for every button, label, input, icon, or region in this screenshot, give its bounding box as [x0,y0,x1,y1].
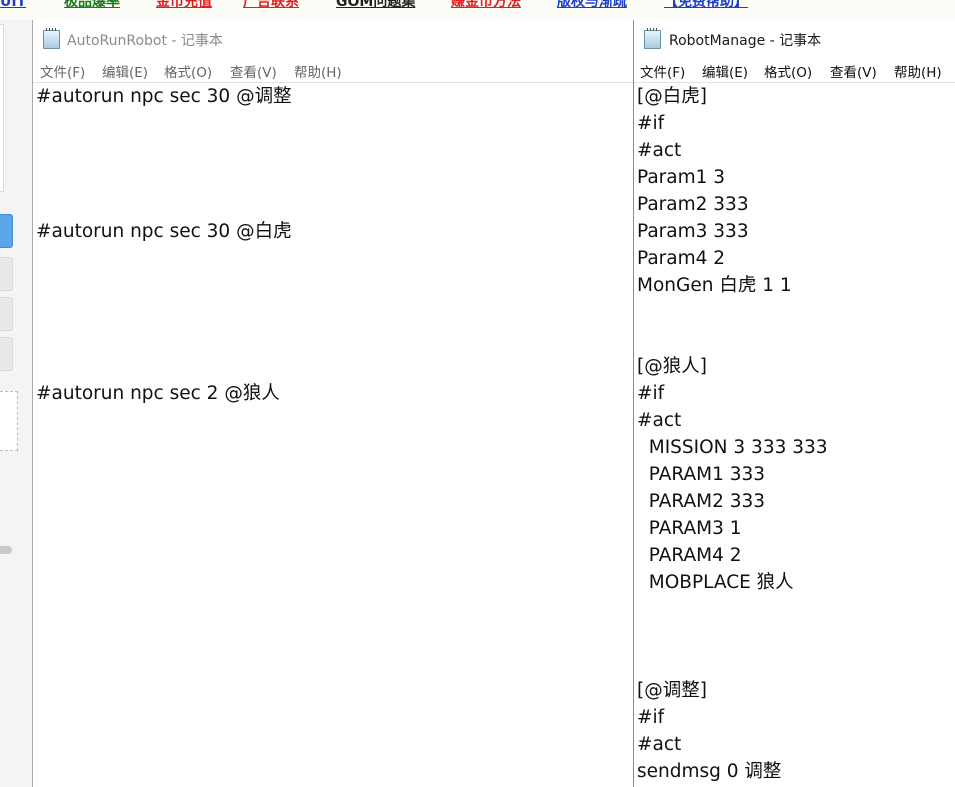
menu-file[interactable]: 文件(F) [40,61,85,81]
notepad-window-autorunrobot[interactable]: AutoRunRobot - 记事本 文件(F) 编辑(E) 格式(O) 查看(… [32,20,633,787]
browser-link-strip: 英UIT 极品爆率 金币充值 广告联系 GOM问题集 赚金币方法 版权与渐疏 【… [0,0,955,20]
window-title: RobotManage - 记事本 [669,33,822,49]
text-line[interactable]: Param1 3 [637,164,725,191]
text-line[interactable]: [@狼人] [637,353,707,380]
text-line[interactable]: MISSION 3 333 333 [637,434,828,461]
text-line[interactable]: #autorun npc sec 30 @白虎 [36,218,292,245]
menu-help[interactable]: 帮助(H) [294,61,342,81]
text-line[interactable]: PARAM2 333 [637,488,765,515]
text-editor-area[interactable]: [@白虎] #if #act Param1 3 Param2 333 Param3 333… [634,83,955,787]
text-line[interactable]: PARAM4 2 [637,542,742,569]
text-line[interactable]: #if [637,380,664,407]
menu-view[interactable]: 查看(V) [230,61,277,81]
top-link-2[interactable]: 极品爆率 [64,0,120,11]
text-line[interactable]: PARAM1 333 [637,461,765,488]
top-link-4[interactable]: 广告联系 [243,0,299,11]
menu-format[interactable]: 格式(O) [164,61,212,81]
background-scrollbar[interactable] [0,546,12,554]
notepad-window-robotmanage[interactable]: RobotManage - 记事本 文件(F) 编辑(E) 格式(O) 查看(V… [633,20,955,787]
background-tab-active[interactable] [0,214,13,248]
top-link-1[interactable]: 英UIT [0,0,26,11]
menu-file[interactable]: 文件(F) [640,61,685,81]
background-frame [0,24,4,192]
text-line[interactable]: PARAM3 1 [637,515,742,542]
text-line[interactable]: #autorun npc sec 30 @调整 [36,83,292,110]
text-line[interactable]: Param2 333 [637,191,749,218]
top-link-3[interactable]: 金币充值 [156,0,212,11]
top-link-8[interactable]: 【免费帮助】 [664,0,748,11]
text-line[interactable]: [@调整] [637,677,707,704]
text-line[interactable]: Param3 333 [637,218,749,245]
menu-edit[interactable]: 编辑(E) [702,61,748,81]
menu-help[interactable]: 帮助(H) [894,61,942,81]
background-tab[interactable] [0,297,13,331]
text-line[interactable]: #act [637,137,681,164]
title-bar[interactable]: RobotManage - 记事本 [634,20,955,58]
notepad-icon [644,28,661,49]
text-line[interactable]: #if [637,704,664,731]
top-link-7[interactable]: 版权与渐疏 [557,0,627,11]
background-browser-panel [0,20,32,787]
text-line[interactable]: sendmsg 0 调整 [637,758,781,785]
window-title: AutoRunRobot - 记事本 [67,33,223,49]
top-link-6[interactable]: 赚金币方法 [451,0,521,11]
text-line[interactable]: Param4 2 [637,245,725,272]
menu-bar: 文件(F) 编辑(E) 格式(O) 查看(V) 帮助(H) [33,58,633,83]
text-line[interactable]: #autorun npc sec 2 @狼人 [36,380,280,407]
text-line[interactable]: #act [637,407,681,434]
menu-view[interactable]: 查看(V) [830,61,877,81]
text-line[interactable]: MonGen 白虎 1 1 [637,272,792,299]
text-line[interactable]: MOBPLACE 狼人 [637,569,794,596]
text-line[interactable]: [@白虎] [637,83,707,110]
background-tab[interactable] [0,337,13,371]
title-bar[interactable]: AutoRunRobot - 记事本 [33,20,633,58]
background-dropzone [0,391,18,451]
menu-format[interactable]: 格式(O) [764,61,812,81]
notepad-icon [43,28,60,49]
background-tab[interactable] [0,257,13,291]
menu-bar: 文件(F) 编辑(E) 格式(O) 查看(V) 帮助(H) [634,58,955,83]
text-editor-area[interactable]: #autorun npc sec 30 @调整 #autorun npc sec … [33,83,633,787]
text-line[interactable]: #if [637,110,664,137]
menu-edit[interactable]: 编辑(E) [102,61,148,81]
top-link-5[interactable]: GOM问题集 [336,0,415,11]
text-line[interactable]: #act [637,731,681,758]
